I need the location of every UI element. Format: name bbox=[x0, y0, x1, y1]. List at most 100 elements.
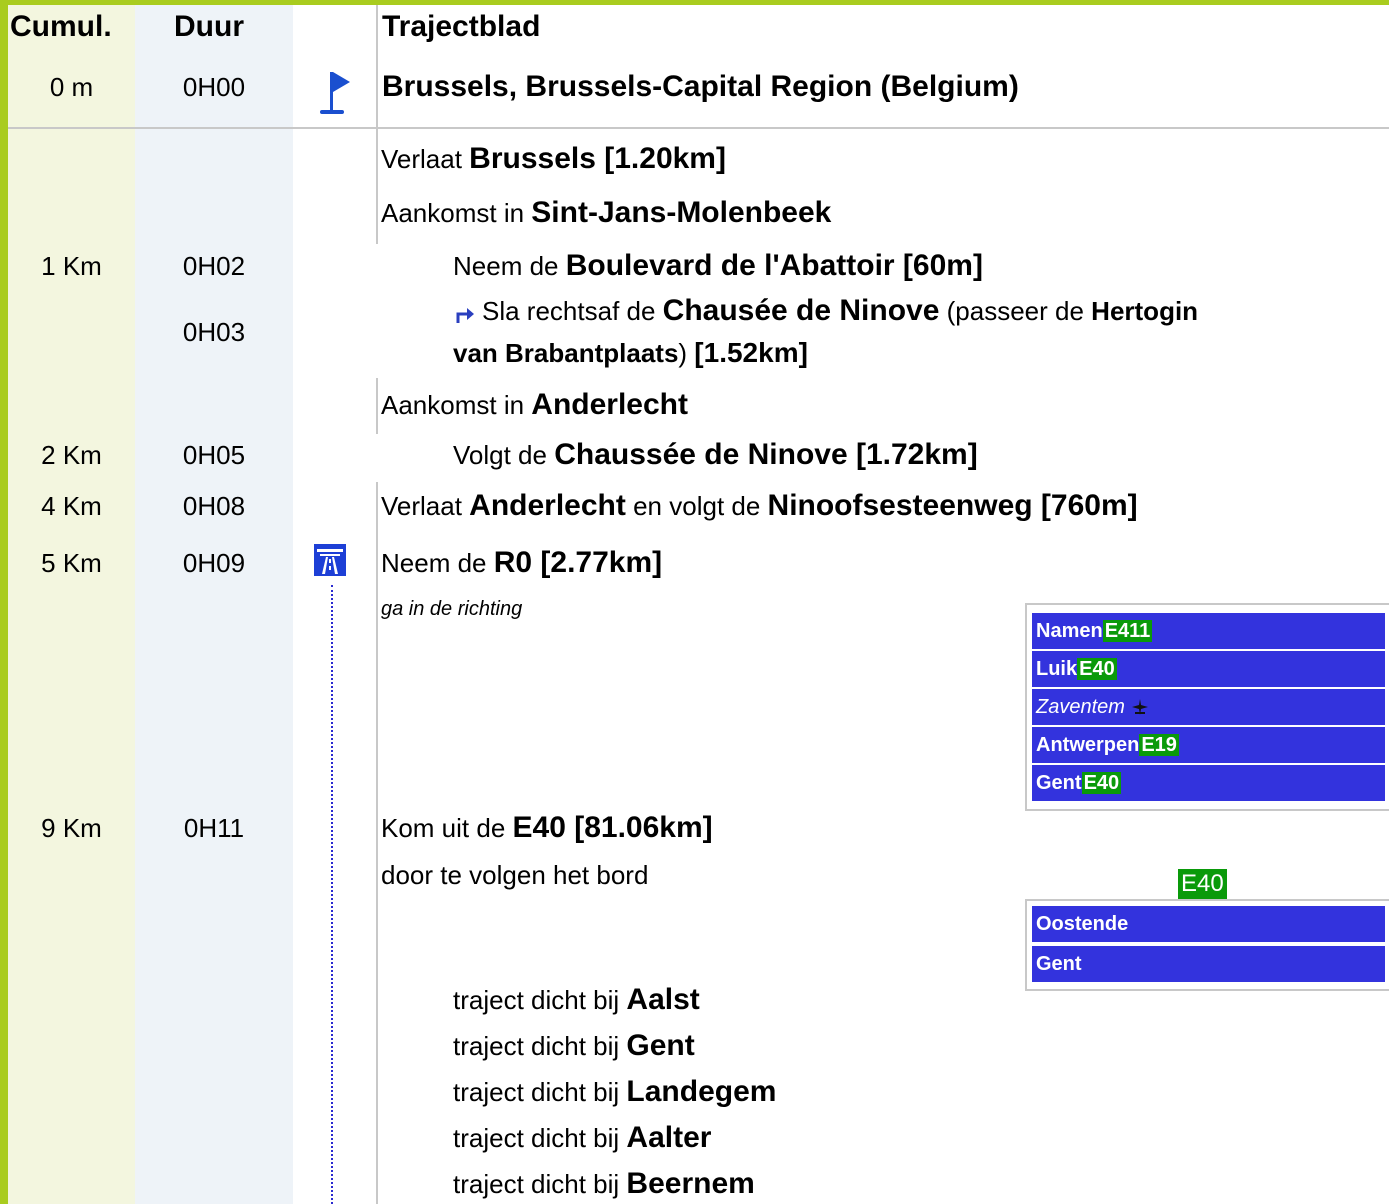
near-gent: traject dicht bij Gent bbox=[453, 1029, 695, 1063]
near-place: Landegem bbox=[626, 1075, 777, 1108]
step-text: ) bbox=[678, 338, 695, 368]
direction-note: ga in de richting bbox=[381, 598, 523, 620]
step-text: Neem de bbox=[381, 548, 494, 578]
near-place: Aalst bbox=[626, 983, 700, 1016]
r4-duur: 0H03 bbox=[182, 317, 246, 347]
r8-duur: 0H09 bbox=[182, 548, 246, 578]
step-bold: Anderlecht bbox=[531, 388, 688, 421]
left-border bbox=[0, 0, 8, 1204]
near-prefix: traject dicht bij bbox=[453, 1031, 627, 1061]
near-place: Beernem bbox=[626, 1167, 755, 1200]
start-place: Brussels, Brussels-Capital Region (Belgi… bbox=[382, 70, 1019, 103]
step-arrive-molenbeek: Aankomst in Sint-Jans-Molenbeek bbox=[381, 196, 831, 230]
r6-cumul: 2 Km bbox=[41, 440, 102, 470]
step-take-abattoir: Neem de Boulevard de l'Abattoir [60m] bbox=[453, 249, 983, 283]
airplane-icon bbox=[1125, 696, 1149, 718]
step-arrive-anderlecht: Aankomst in Anderlecht bbox=[381, 388, 688, 422]
sign-destination: Namen bbox=[1036, 620, 1103, 642]
r9-cumul: 9 Km bbox=[41, 813, 102, 843]
duur-header: Duur bbox=[174, 10, 244, 43]
step-turn-ninove: Sla rechtsaf de Chausée de Ninove (passe… bbox=[482, 294, 1198, 328]
road-number: E40 bbox=[1081, 772, 1122, 794]
r9-duur: 0H11 bbox=[183, 813, 245, 843]
sign-destination: Luik bbox=[1036, 658, 1078, 680]
step-leave-brussels: Verlaat Brussels [1.20km] bbox=[381, 142, 726, 176]
r3-cumul: 1 Km bbox=[41, 251, 102, 281]
step-bold: Ninoofsesteenweg [760m] bbox=[767, 489, 1138, 522]
near-prefix: traject dicht bij bbox=[453, 1123, 627, 1153]
sign-row-gent: Gent E40 bbox=[1032, 765, 1385, 801]
page-title: Trajectblad bbox=[382, 10, 541, 43]
sign-row-antwerpen: Antwerpen E19 bbox=[1032, 727, 1385, 763]
start-cumul: 0 m bbox=[49, 72, 94, 102]
duur-column-bg bbox=[135, 0, 293, 1204]
step-bold: E40 [81.06km] bbox=[512, 811, 713, 844]
near-prefix: traject dicht bij bbox=[453, 1077, 627, 1107]
sign-row-namen: Namen E411 bbox=[1032, 613, 1385, 649]
sign-row-luik: Luik E40 bbox=[1032, 651, 1385, 687]
near-landegem: traject dicht bij Landegem bbox=[453, 1075, 776, 1109]
route-sheet: Cumul. Duur Trajectblad 0 m 0H00 Brussel… bbox=[0, 0, 1389, 1204]
sign-row-gent-2: Gent bbox=[1032, 946, 1385, 982]
separator-4 bbox=[376, 482, 378, 1204]
road-number: E40 bbox=[1077, 658, 1117, 680]
road-number: E411 bbox=[1102, 620, 1153, 642]
step-bold: Chausée de Ninove bbox=[662, 294, 940, 327]
motorway-dotted-line bbox=[331, 585, 333, 1204]
near-beernem: traject dicht bij Beernem bbox=[453, 1167, 755, 1201]
sign-destination: Gent bbox=[1036, 772, 1082, 794]
near-aalter: traject dicht bij Aalter bbox=[453, 1121, 711, 1155]
step-text: Verlaat bbox=[381, 144, 470, 174]
r6-duur: 0H05 bbox=[182, 440, 246, 470]
step-leave-anderlecht: Verlaat Anderlecht en volgt de Ninoofses… bbox=[381, 489, 1138, 523]
follow-sign-note: door te volgen het bord bbox=[381, 860, 649, 890]
sign-row-zaventem: Zaventem bbox=[1032, 689, 1385, 725]
step-bold: Chaussée de Ninove [1.72km] bbox=[554, 438, 978, 471]
step-bold: R0 [2.77km] bbox=[493, 546, 663, 579]
step-follow-ninove: Volgt de Chaussée de Ninove [1.72km] bbox=[453, 438, 978, 472]
step-text: Aankomst in bbox=[381, 198, 532, 228]
step-turn-ninove-cont: van Brabantplaats) [1.52km] bbox=[453, 337, 808, 369]
r3-duur: 0H02 bbox=[182, 251, 246, 281]
step-exit-e40: Kom uit de E40 [81.06km] bbox=[381, 811, 713, 845]
separator-3 bbox=[376, 378, 378, 434]
cumul-header: Cumul. bbox=[10, 10, 112, 43]
separator-1 bbox=[376, 5, 378, 127]
cumul-column-bg bbox=[8, 0, 135, 1204]
top-border bbox=[0, 0, 1389, 5]
start-duur: 0H00 bbox=[182, 72, 246, 102]
step-text: (passeer de bbox=[939, 296, 1092, 326]
step-bold: van Brabantplaats bbox=[453, 338, 679, 368]
near-prefix: traject dicht bij bbox=[453, 985, 627, 1015]
r7-duur: 0H08 bbox=[182, 491, 246, 521]
motorway-icon bbox=[314, 544, 346, 581]
step-text: Verlaat bbox=[381, 491, 470, 521]
road-number: E19 bbox=[1139, 734, 1179, 756]
r8-cumul: 5 Km bbox=[41, 548, 102, 578]
step-text: Aankomst in bbox=[381, 390, 532, 420]
step-take-r0: Neem de R0 [2.77km] bbox=[381, 546, 662, 580]
sign-row-oostende: Oostende bbox=[1032, 906, 1385, 942]
direction-sign-e40: Oostende Gent bbox=[1025, 899, 1389, 991]
step-bold: Hertogin bbox=[1091, 296, 1199, 326]
step-text: Kom uit de bbox=[381, 813, 513, 843]
step-text: en volgt de bbox=[625, 491, 768, 521]
turn-right-icon bbox=[454, 305, 476, 330]
sign-destination: Zaventem bbox=[1036, 696, 1125, 718]
road-number-e40: E40 bbox=[1178, 869, 1227, 899]
step-bold: Sint-Jans-Molenbeek bbox=[531, 196, 832, 229]
direction-sign-r0: Namen E411 Luik E40 Zaventem Antwerpen E19 … bbox=[1025, 603, 1389, 811]
step-text: Volgt de bbox=[453, 440, 555, 470]
step-text: Sla rechtsaf de bbox=[482, 296, 663, 326]
separator-2 bbox=[376, 129, 378, 244]
step-bold: [1.52km] bbox=[694, 337, 808, 368]
step-text: Neem de bbox=[453, 251, 566, 281]
near-place: Gent bbox=[626, 1029, 695, 1062]
flag-icon bbox=[316, 66, 352, 123]
step-bold: Brussels [1.20km] bbox=[469, 142, 726, 175]
header-separator bbox=[8, 127, 1389, 129]
r7-cumul: 4 Km bbox=[41, 491, 102, 521]
near-prefix: traject dicht bij bbox=[453, 1169, 627, 1199]
near-aalst: traject dicht bij Aalst bbox=[453, 983, 700, 1017]
near-place: Aalter bbox=[626, 1121, 712, 1154]
